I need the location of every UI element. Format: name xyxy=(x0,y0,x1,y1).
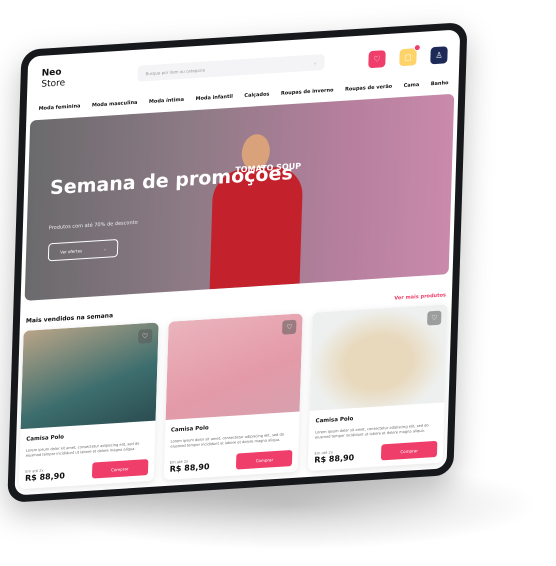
product-card[interactable]: ♡ Camisa Polo Lorem ipsum dolor sit amet,… xyxy=(163,313,304,481)
heart-icon[interactable]: ♡ xyxy=(282,319,297,335)
cart-badge xyxy=(413,43,421,51)
heart-icon[interactable]: ♡ xyxy=(427,310,442,326)
product-card[interactable]: ♡ Camisa Polo Lorem ipsum dolor sit amet,… xyxy=(18,322,159,490)
hero-model-image: TOMATO SOUP xyxy=(209,131,305,290)
nav-item[interactable]: Roupas de inverno xyxy=(281,87,334,96)
price: R$ 88,90 xyxy=(24,471,66,483)
product-image: ♡ xyxy=(165,313,304,420)
product-card[interactable]: ♡ Camisa Polo Lorem ipsum dolor sit amet,… xyxy=(308,304,448,472)
see-more-link[interactable]: Ver mais produtos xyxy=(394,292,446,301)
nav-item[interactable]: Banho xyxy=(431,80,449,87)
logo[interactable]: Neo Store xyxy=(41,63,138,91)
see-offers-button[interactable]: Ver ofertas › xyxy=(47,238,119,262)
product-list: ♡ Camisa Polo Lorem ipsum dolor sit amet,… xyxy=(15,304,452,490)
heart-icon: ♡ xyxy=(373,53,381,64)
price: R$ 88,90 xyxy=(169,462,210,474)
nav-item[interactable]: Moda feminina xyxy=(39,103,81,112)
hero-subtitle: Produtos com até 70% de desconto xyxy=(48,219,138,232)
screen: Neo Store Busque por item ou categoria ⌕ ♡… xyxy=(14,29,461,496)
nav-item[interactable]: Moda infantil xyxy=(195,94,233,102)
favorites-button[interactable]: ♡ xyxy=(368,49,386,68)
nav-item[interactable]: Moda íntima xyxy=(149,97,184,105)
product-image: ♡ xyxy=(20,322,159,430)
bag-icon: ▢ xyxy=(404,51,412,62)
product-image: ♡ xyxy=(309,304,448,411)
buy-button[interactable]: Comprar xyxy=(236,449,293,470)
tablet-frame: Neo Store Busque por item ou categoria ⌕ ♡… xyxy=(7,21,468,503)
arrow-right-icon: › xyxy=(104,246,107,252)
section-title: Mais vendidos na semana xyxy=(25,312,114,325)
search-input[interactable]: Busque por item ou categoria ⌕ xyxy=(137,53,325,82)
search-icon[interactable]: ⌕ xyxy=(314,60,316,65)
buy-button[interactable]: Comprar xyxy=(380,440,438,461)
nav-item[interactable]: Roupas de verão xyxy=(345,84,392,93)
nav-item[interactable]: Moda masculina xyxy=(92,100,138,109)
nav-item[interactable]: Cama xyxy=(404,82,420,89)
user-button[interactable]: ♙ xyxy=(430,45,448,64)
nav-item[interactable]: Calçados xyxy=(244,91,269,99)
hero-banner: TOMATO SOUP Semana de promoções Produtos… xyxy=(24,93,455,301)
price: R$ 88,90 xyxy=(314,453,355,465)
cart-button[interactable]: ▢ xyxy=(399,43,421,66)
heart-icon[interactable]: ♡ xyxy=(137,328,153,344)
user-icon: ♙ xyxy=(435,50,443,60)
buy-button[interactable]: Comprar xyxy=(91,459,149,479)
